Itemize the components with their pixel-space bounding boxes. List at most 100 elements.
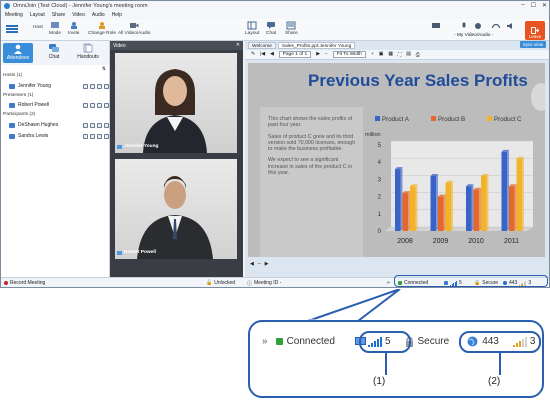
bar	[438, 196, 444, 231]
microphone-icon[interactable]	[97, 102, 102, 108]
options-chevron-icon[interactable]	[104, 122, 109, 128]
menu-meeting[interactable]: Meeting	[5, 12, 23, 18]
webcam-icon[interactable]	[90, 122, 95, 128]
next-page-icon[interactable]: ▶	[316, 52, 320, 57]
screen-icon[interactable]	[431, 22, 441, 30]
options-chevron-icon[interactable]	[104, 133, 109, 139]
mode-button[interactable]: Mode	[49, 21, 61, 36]
hamburger-menu-icon[interactable]	[5, 22, 19, 36]
menu-share[interactable]: Share	[52, 12, 65, 18]
menu-audio[interactable]: Audio	[92, 12, 105, 18]
chat-button[interactable]: Chat	[266, 21, 276, 36]
menu-layout[interactable]: Layout	[30, 12, 45, 18]
share-screen-icon[interactable]	[83, 102, 88, 108]
prev-slide-icon[interactable]: ◀	[250, 261, 254, 267]
legend-label: Product A	[382, 116, 410, 123]
bar-side	[451, 180, 453, 231]
minimize-button[interactable]: –	[521, 2, 524, 9]
pointer-tool-icon[interactable]: ✎	[251, 52, 255, 57]
bar	[430, 175, 436, 231]
change-role-button[interactable]: Change Role	[88, 21, 116, 36]
record-meeting-button[interactable]: Record Meeting	[4, 280, 45, 286]
attendee-controls	[83, 133, 109, 139]
share-screen-icon[interactable]	[83, 83, 88, 89]
sync-view-button[interactable]: Sync view	[519, 41, 546, 48]
fullscreen-icon[interactable]: ⛶	[398, 52, 401, 58]
attendee-row[interactable]: DeShawn Hughes	[9, 121, 109, 129]
bar-side	[408, 191, 410, 231]
webcam-icon[interactable]	[473, 22, 483, 30]
attendee-row[interactable]: Sandra Lewis	[9, 132, 109, 140]
attendee-row[interactable]: Jennifer Young	[9, 82, 109, 90]
menu-video[interactable]: Video	[72, 12, 85, 18]
close-button[interactable]: ✕	[542, 2, 547, 9]
zoom-in-icon[interactable]: +	[371, 52, 374, 57]
group-hosts[interactable]: Hosts (1)	[3, 73, 22, 78]
speaker-icon[interactable]	[506, 22, 516, 30]
zoom-out-icon[interactable]: −	[325, 52, 328, 57]
x-tick-label: 2011	[504, 238, 519, 245]
microphone-icon[interactable]	[97, 83, 102, 89]
participant-video	[137, 176, 213, 259]
app-window: OmniJoin (Test Cloud) - Jennifer Young's…	[0, 0, 550, 288]
computer-icon	[9, 83, 15, 89]
share-screen-icon[interactable]	[83, 122, 88, 128]
tab-sales-profits[interactable]: Sales_Profits.ppt:Jennifer Young	[277, 42, 356, 49]
share-button[interactable]: Share	[285, 21, 298, 36]
grid-view-icon[interactable]: ▦	[388, 52, 393, 57]
next-slide-icon[interactable]: ▶	[265, 261, 269, 267]
webcam-icon[interactable]	[90, 133, 95, 139]
close-icon[interactable]: ✕	[236, 42, 240, 48]
webcam-icon[interactable]	[90, 102, 95, 108]
tab-welcome[interactable]: Welcome	[248, 42, 276, 49]
fit-width-select[interactable]: Fit To Width	[332, 51, 366, 58]
bar-side	[507, 149, 509, 231]
pointer-line-1	[385, 353, 387, 375]
sort-icon[interactable]: ⇅	[102, 66, 106, 72]
prev-page-icon[interactable]: ◀	[270, 52, 274, 57]
share-screen-icon[interactable]	[83, 133, 88, 139]
microphone-icon[interactable]	[97, 122, 102, 128]
layout-button[interactable]: Layout	[245, 21, 259, 36]
group-participants[interactable]: Participants (2)	[3, 112, 35, 117]
tab-attendees[interactable]: Attendees	[3, 43, 33, 63]
y-tick-label: 2	[378, 195, 382, 201]
video-tile-jennifer[interactable]: Jennifer Young	[115, 53, 237, 153]
x-tick-label: 2009	[433, 238, 449, 245]
video-tile-robert[interactable]: Robert Powell	[115, 159, 237, 259]
tab-handouts[interactable]: Handouts	[73, 43, 103, 60]
invite-button[interactable]: Invite	[68, 21, 79, 36]
bar-side	[443, 194, 446, 231]
maximize-button[interactable]: ☐	[531, 2, 536, 9]
bar-side	[522, 156, 524, 231]
first-page-icon[interactable]: |◀	[260, 52, 265, 57]
attendee-controls	[83, 102, 109, 108]
connected-icon	[275, 338, 283, 345]
bar-side	[486, 173, 489, 231]
menu-help[interactable]: Help	[112, 12, 122, 18]
webcam-icon[interactable]	[90, 83, 95, 89]
all-video-audio-button[interactable]: All Video/Audio	[118, 21, 150, 36]
tab-chat[interactable]: Chat	[39, 43, 69, 60]
expand-status-icon[interactable]: »	[387, 280, 390, 286]
microphone-icon[interactable]	[97, 133, 102, 139]
save-icon[interactable]: ▤	[406, 52, 411, 57]
host-label: Host	[33, 25, 43, 30]
legend-label: Product B	[438, 116, 465, 123]
attendee-controls	[83, 83, 109, 89]
page-selector[interactable]: Page 1 of 1	[278, 51, 312, 58]
meeting-id: ⓘ Meeting ID -	[247, 280, 282, 287]
lock-status[interactable]: 🔓 Unlocked	[206, 280, 235, 286]
print-icon[interactable]: ⎙	[416, 52, 420, 58]
leave-button[interactable]: Leave	[525, 21, 545, 40]
fit-page-icon[interactable]: ▣	[379, 52, 384, 57]
attendee-row[interactable]: Robert Powell	[9, 101, 109, 109]
microphone-icon[interactable]	[459, 22, 469, 30]
slide-paragraph: This chart shows the sales profits of pa…	[268, 116, 353, 129]
my-video-audio-label: - My Video/Audio -	[454, 33, 494, 38]
unlock-icon: 🔓	[206, 280, 213, 286]
group-presenters[interactable]: Presenters (1)	[3, 93, 33, 98]
headset-icon[interactable]	[491, 22, 501, 30]
options-chevron-icon[interactable]	[104, 83, 109, 89]
options-chevron-icon[interactable]	[104, 102, 109, 108]
